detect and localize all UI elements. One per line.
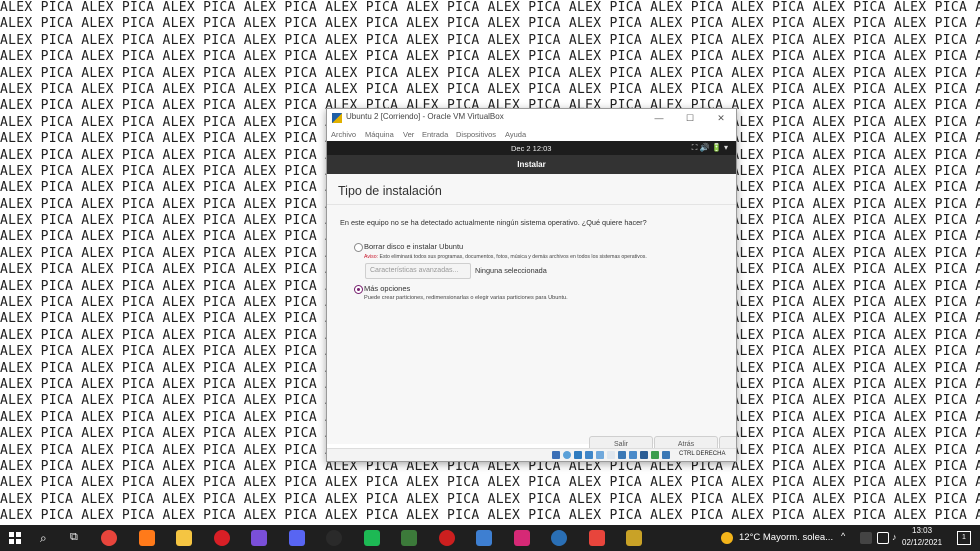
wallpaper-text-row: ALEX PICA ALEX PICA ALEX PICA ALEX PICA … bbox=[0, 81, 980, 97]
windows-start-icon[interactable] bbox=[9, 532, 21, 544]
minimize-button[interactable]: — bbox=[647, 111, 671, 125]
network-icon[interactable] bbox=[585, 451, 593, 459]
media-icon[interactable] bbox=[251, 530, 267, 546]
warning-text: Esto eliminará todos sus programas, docu… bbox=[378, 254, 647, 260]
advanced-features-button[interactable]: Características avanzadas... bbox=[365, 263, 471, 279]
netflix-icon[interactable] bbox=[213, 530, 230, 546]
menu-entrada[interactable]: Entrada bbox=[422, 130, 448, 139]
close-button[interactable]: ✕ bbox=[709, 111, 733, 125]
installer-header: Instalar bbox=[327, 155, 736, 174]
menu-bar: Archivo Máquina Ver Entrada Dispositivos… bbox=[327, 127, 736, 141]
erase-disk-radio[interactable] bbox=[354, 243, 363, 252]
search-icon[interactable]: ⌕ bbox=[40, 531, 56, 547]
firefox-icon[interactable] bbox=[138, 530, 155, 546]
host-key-label: CTRL DERECHA bbox=[679, 451, 726, 457]
advanced-features-value: Ninguna seleccionada bbox=[475, 266, 547, 275]
menu-maquina[interactable]: Máquina bbox=[365, 130, 394, 139]
guest-status-menu[interactable]: ⛶ 🔊 🔋 ▾ bbox=[692, 143, 728, 153]
wallpaper-text-row: ALEX PICA ALEX PICA ALEX PICA ALEX PICA … bbox=[0, 32, 980, 48]
cpu-icon[interactable] bbox=[640, 451, 648, 459]
network-tray-icon[interactable] bbox=[877, 532, 889, 544]
weather-icon[interactable] bbox=[721, 532, 733, 544]
wallpaper-text-row: ALEX PICA ALEX PICA ALEX PICA ALEX PICA … bbox=[0, 491, 980, 507]
installer-body: Tipo de instalación En este equipo no se… bbox=[327, 174, 736, 454]
wallpaper-text-row: ALEX PICA ALEX PICA ALEX PICA ALEX PICA … bbox=[0, 16, 980, 32]
volume-icon[interactable]: ♪ bbox=[892, 532, 902, 542]
task-view-icon[interactable]: ⧉ bbox=[70, 531, 86, 547]
erase-disk-label[interactable]: Borrar disco e instalar Ubuntu bbox=[364, 242, 463, 251]
wallpaper-text-row: ALEX PICA ALEX PICA ALEX PICA ALEX PICA … bbox=[0, 65, 980, 81]
tray-app-icon[interactable] bbox=[860, 532, 872, 544]
divider bbox=[327, 204, 736, 205]
virtualbox-icon[interactable] bbox=[401, 530, 417, 546]
virtualbox-icon bbox=[332, 113, 342, 123]
more-options-description: Puede crear particiones, redimensionarla… bbox=[364, 295, 568, 301]
windows-taskbar: ⌕ ⧉ 12°C Mayorm. solea... ^ ♪ 13:03 02/1… bbox=[0, 525, 980, 551]
menu-ayuda[interactable]: Ayuda bbox=[505, 130, 526, 139]
wallpaper-text-row: ALEX PICA ALEX PICA ALEX PICA ALEX PICA … bbox=[0, 475, 980, 491]
wallpaper-text-row: ALEX PICA ALEX PICA ALEX PICA ALEX PICA … bbox=[0, 0, 980, 15]
optical-drive-icon[interactable] bbox=[563, 451, 571, 459]
menu-dispositivos[interactable]: Dispositivos bbox=[456, 130, 496, 139]
app-icon[interactable] bbox=[626, 530, 642, 546]
keyboard-icon[interactable] bbox=[662, 451, 670, 459]
wallpaper-text-row: ALEX PICA ALEX PICA ALEX PICA ALEX PICA … bbox=[0, 49, 980, 65]
chrome-alt-icon[interactable] bbox=[588, 530, 605, 546]
epic-games-icon[interactable] bbox=[326, 530, 342, 546]
display-icon[interactable] bbox=[618, 451, 626, 459]
guest-clock[interactable]: Dec 2 12:03 bbox=[511, 144, 551, 153]
shared-folders-icon[interactable] bbox=[607, 451, 615, 459]
game-icon[interactable] bbox=[476, 530, 492, 546]
instagram-icon[interactable] bbox=[513, 530, 530, 546]
weather-text[interactable]: 12°C Mayorm. solea... bbox=[739, 532, 833, 543]
taskbar-date[interactable]: 02/12/2021 bbox=[902, 538, 942, 547]
more-options-radio[interactable] bbox=[354, 285, 363, 294]
mouse-integration-icon[interactable] bbox=[651, 451, 659, 459]
virtualbox-statusbar: CTRL DERECHA bbox=[327, 448, 736, 461]
guest-top-bar: Dec 2 12:03 ⛶ 🔊 🔋 ▾ bbox=[327, 141, 736, 155]
virtualbox-window: Ubuntu 2 [Corriendo] - Oracle VM Virtual… bbox=[326, 108, 737, 462]
menu-archivo[interactable]: Archivo bbox=[331, 130, 356, 139]
wallpaper-text-row: ALEX PICA ALEX PICA ALEX PICA ALEX PICA … bbox=[0, 508, 980, 524]
opera-icon[interactable] bbox=[438, 530, 455, 546]
file-explorer-icon[interactable] bbox=[176, 530, 192, 546]
hard-disk-icon[interactable] bbox=[552, 451, 560, 459]
maximize-button[interactable]: ☐ bbox=[678, 111, 702, 125]
notification-icon[interactable]: 1 bbox=[957, 531, 971, 545]
more-options-label[interactable]: Más opciones bbox=[364, 284, 410, 293]
usb-icon[interactable] bbox=[596, 451, 604, 459]
audio-icon[interactable] bbox=[574, 451, 582, 459]
install-question: En este equipo no se ha detectado actual… bbox=[340, 218, 647, 227]
discord-icon[interactable] bbox=[288, 530, 305, 546]
taskbar-time[interactable]: 13:03 bbox=[912, 526, 932, 535]
page-title: Tipo de instalación bbox=[338, 184, 442, 198]
recording-icon[interactable] bbox=[629, 451, 637, 459]
menu-ver[interactable]: Ver bbox=[403, 130, 414, 139]
warning-label: Aviso: bbox=[364, 254, 379, 260]
spotify-icon[interactable] bbox=[363, 530, 380, 546]
vscode-icon[interactable] bbox=[551, 530, 567, 546]
window-title: Ubuntu 2 [Corriendo] - Oracle VM Virtual… bbox=[346, 112, 504, 121]
erase-disk-warning: Aviso: Esto eliminará todos sus programa… bbox=[364, 254, 647, 260]
window-titlebar[interactable]: Ubuntu 2 [Corriendo] - Oracle VM Virtual… bbox=[327, 109, 736, 127]
tray-chevron-icon[interactable]: ^ bbox=[841, 531, 845, 541]
chrome-icon[interactable] bbox=[101, 530, 117, 546]
